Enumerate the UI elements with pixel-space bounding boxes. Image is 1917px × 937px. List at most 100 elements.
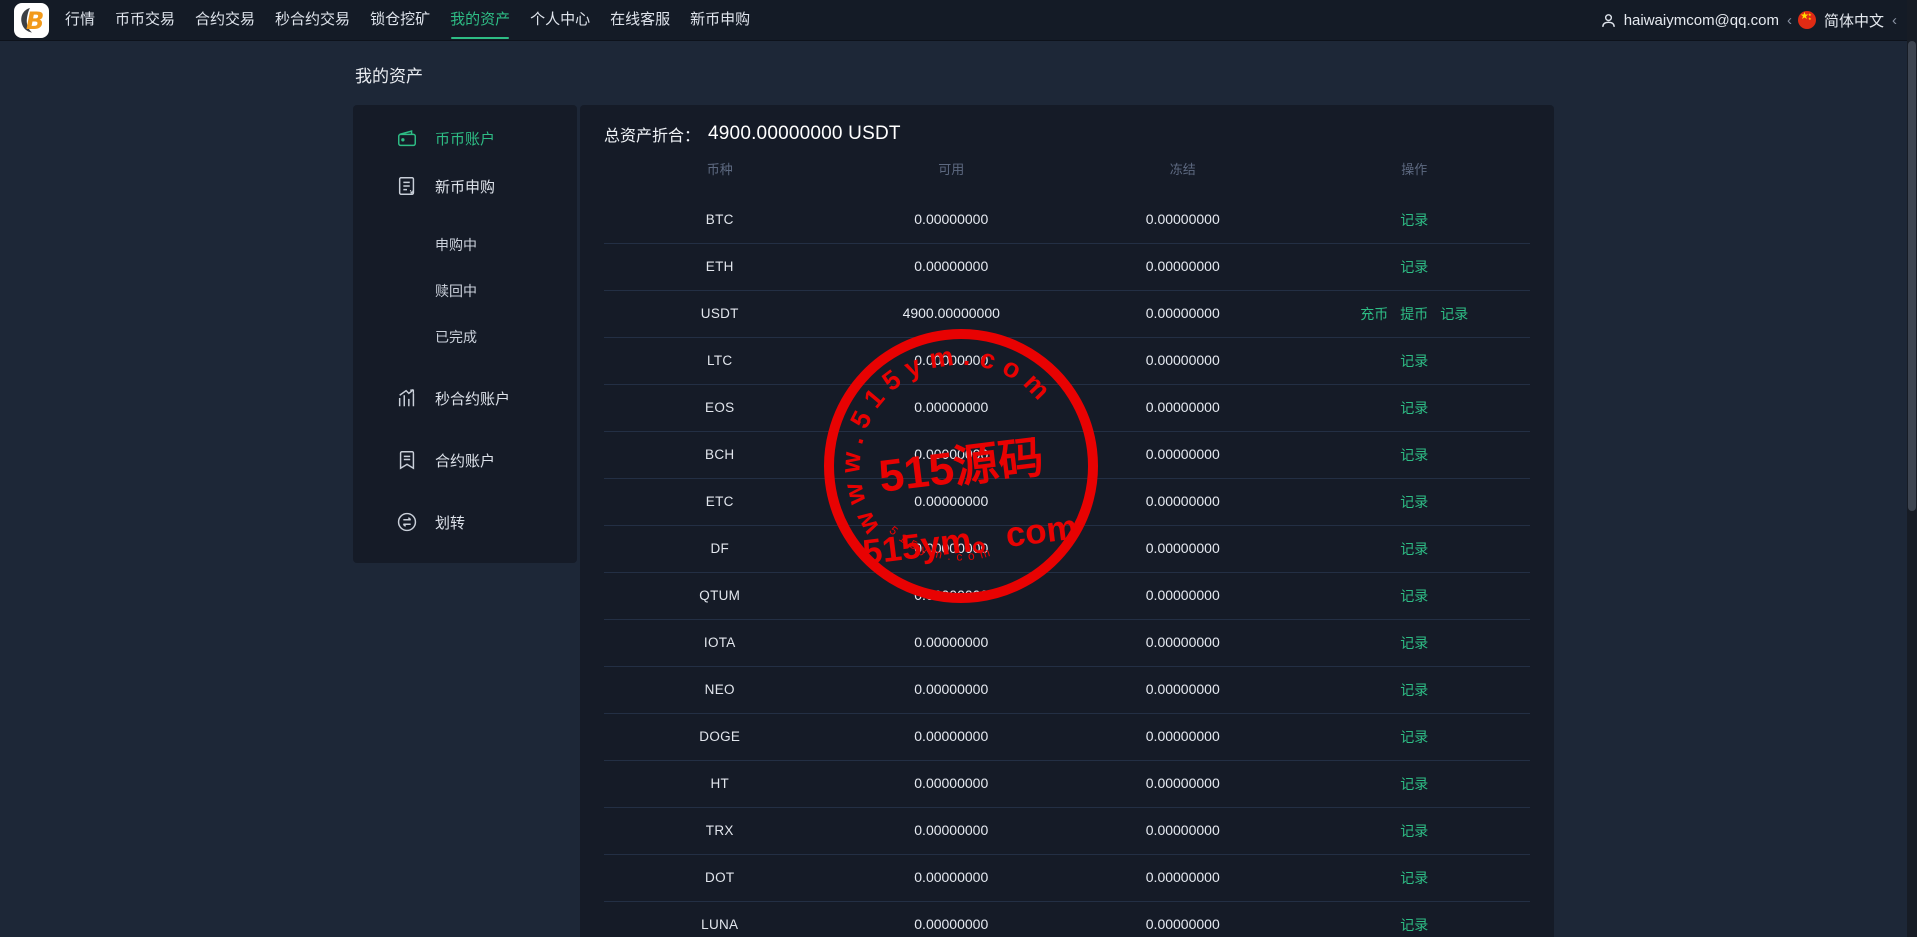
coin-name: QTUM: [699, 588, 740, 603]
coin-name: DOT: [705, 870, 734, 885]
user-menu-chevron-icon[interactable]: ‹: [1787, 12, 1792, 29]
page-scrollbar[interactable]: [1907, 0, 1917, 937]
row-actions: 记录: [1299, 680, 1531, 700]
scrollbar-thumb[interactable]: [1908, 41, 1916, 511]
nav-item-5[interactable]: 锁仓挖矿: [370, 0, 430, 41]
row-actions: 记录: [1299, 868, 1531, 888]
records-link[interactable]: 记录: [1400, 445, 1428, 465]
contract-icon: [395, 449, 419, 471]
site-logo[interactable]: B: [14, 3, 49, 38]
assets-sidebar: 币币账户 ¥ 新币申购申购中赎回中已完成 秒合约账户 合约账户 划转: [353, 105, 577, 563]
available-balance: 0.00000000: [914, 728, 988, 744]
records-link[interactable]: 记录: [1440, 304, 1468, 324]
column-header: 可用: [836, 159, 1068, 178]
available-balance: 0.00000000: [914, 352, 988, 368]
user-email[interactable]: haiwaiymcom@qq.com: [1624, 12, 1779, 29]
frozen-balance: 0.00000000: [1146, 587, 1220, 603]
table-row: BCH0.000000000.00000000记录: [604, 432, 1530, 479]
frozen-balance: 0.00000000: [1146, 258, 1220, 274]
available-balance: 0.00000000: [914, 446, 988, 462]
records-link[interactable]: 记录: [1400, 633, 1428, 653]
row-actions: 记录: [1299, 210, 1531, 230]
table-row: DF0.000000000.00000000记录: [604, 526, 1530, 573]
sidebar-item-label: 新币申购: [435, 176, 495, 197]
frozen-balance: 0.00000000: [1146, 493, 1220, 509]
coin-name: ETC: [706, 494, 734, 509]
records-link[interactable]: 记录: [1400, 398, 1428, 418]
sidebar-subitem-label: 已完成: [435, 327, 477, 347]
row-actions: 记录: [1299, 774, 1531, 794]
row-actions: 记录: [1299, 398, 1531, 418]
table-row: USDT4900.000000000.00000000充币提币记录: [604, 291, 1530, 338]
records-link[interactable]: 记录: [1400, 868, 1428, 888]
frozen-balance: 0.00000000: [1146, 822, 1220, 838]
table-row: IOTA0.000000000.00000000记录: [604, 620, 1530, 667]
sidebar-item[interactable]: 秒合约账户: [353, 374, 577, 422]
coin-name: BTC: [706, 212, 734, 227]
available-balance: 0.00000000: [914, 540, 988, 556]
assets-main-panel: 总资产折合： 4900.00000000 USDT 币种可用冻结操作 BTC0.…: [580, 105, 1554, 937]
nav-item-6[interactable]: 我的资产: [450, 0, 510, 41]
records-link[interactable]: 记录: [1400, 257, 1428, 277]
sidebar-item[interactable]: 币币账户: [353, 114, 577, 162]
subscribe-icon: ¥: [395, 175, 419, 197]
table-row: DOGE0.000000000.00000000记录: [604, 714, 1530, 761]
available-balance: 0.00000000: [914, 916, 988, 932]
records-link[interactable]: 记录: [1400, 727, 1428, 747]
nav-item-7[interactable]: 个人中心: [530, 0, 590, 41]
sidebar-subitem[interactable]: 已完成: [353, 314, 577, 360]
page-title: 我的资产: [355, 62, 1917, 87]
user-icon: [1600, 12, 1617, 29]
sidebar-item-label: 币币账户: [435, 128, 495, 149]
content-area: 币币账户 ¥ 新币申购申购中赎回中已完成 秒合约账户 合约账户 划转 总资产折合：…: [353, 105, 1554, 937]
nav-item-1[interactable]: 行情: [65, 0, 95, 41]
nav-item-8[interactable]: 在线客服: [610, 0, 670, 41]
available-balance: 0.00000000: [914, 493, 988, 509]
column-header: 操作: [1299, 159, 1531, 178]
records-link[interactable]: 记录: [1400, 492, 1428, 512]
frozen-balance: 0.00000000: [1146, 352, 1220, 368]
records-link[interactable]: 记录: [1400, 680, 1428, 700]
frozen-balance: 0.00000000: [1146, 211, 1220, 227]
column-header: 冻结: [1067, 159, 1299, 178]
sidebar-subitem[interactable]: 赎回中: [353, 268, 577, 314]
table-row: EOS0.000000000.00000000记录: [604, 385, 1530, 432]
available-balance: 0.00000000: [914, 775, 988, 791]
row-actions: 记录: [1299, 821, 1531, 841]
nav-item-9[interactable]: 新币申购: [690, 0, 750, 41]
language-chevron-icon[interactable]: ‹: [1892, 12, 1897, 29]
records-link[interactable]: 记录: [1400, 821, 1428, 841]
sidebar-item[interactable]: 划转: [353, 498, 577, 546]
records-link[interactable]: 记录: [1400, 774, 1428, 794]
sidebar-item[interactable]: 合约账户: [353, 436, 577, 484]
sidebar-item[interactable]: ¥ 新币申购: [353, 162, 577, 210]
available-balance: 0.00000000: [914, 587, 988, 603]
total-assets-value: 4900.00000000 USDT: [708, 123, 901, 145]
sidebar-subitem-label: 申购中: [435, 235, 477, 255]
nav-item-3[interactable]: 合约交易: [195, 0, 255, 41]
language-selector[interactable]: 简体中文: [1824, 10, 1884, 31]
frozen-balance: 0.00000000: [1146, 869, 1220, 885]
records-link[interactable]: 记录: [1400, 586, 1428, 606]
records-link[interactable]: 记录: [1400, 210, 1428, 230]
sidebar-item-label: 秒合约账户: [435, 388, 510, 409]
total-assets-line: 总资产折合： 4900.00000000 USDT: [604, 113, 1530, 155]
nav-item-4[interactable]: 秒合约交易: [275, 0, 350, 41]
transfer-icon: [395, 511, 419, 533]
coin-name: DF: [710, 541, 729, 556]
nav-item-2[interactable]: 币币交易: [115, 0, 175, 41]
sidebar-subitem-label: 赎回中: [435, 281, 477, 301]
total-assets-label: 总资产折合：: [604, 122, 700, 146]
records-link[interactable]: 记录: [1400, 351, 1428, 371]
coin-name: LUNA: [701, 917, 738, 932]
records-link[interactable]: 记录: [1400, 915, 1428, 935]
sidebar-subitem[interactable]: 申购中: [353, 222, 577, 268]
withdraw-link[interactable]: 提币: [1400, 304, 1428, 324]
coin-name: USDT: [701, 306, 739, 321]
coin-name: TRX: [706, 823, 734, 838]
available-balance: 0.00000000: [914, 822, 988, 838]
deposit-link[interactable]: 充币: [1360, 304, 1388, 324]
coin-name: HT: [710, 776, 729, 791]
available-balance: 0.00000000: [914, 634, 988, 650]
records-link[interactable]: 记录: [1400, 539, 1428, 559]
